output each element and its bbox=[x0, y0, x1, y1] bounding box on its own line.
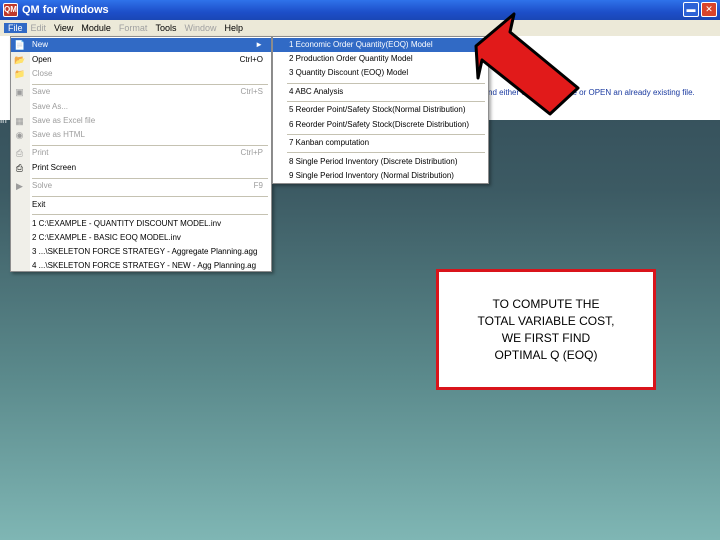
submenu-item-eoq[interactable]: 1 Economic Order Quantity(EOQ) Model bbox=[273, 38, 488, 52]
menu-item-close[interactable]: 📁 Close bbox=[11, 67, 271, 81]
submenu-item-quantity-discount[interactable]: 3 Quantity Discount (EOQ) Model bbox=[273, 66, 488, 80]
menu-view[interactable]: View bbox=[50, 23, 77, 33]
close-button[interactable]: ✕ bbox=[701, 2, 717, 17]
menu-item-save-html[interactable]: ◉ Save as HTML bbox=[11, 128, 271, 142]
menu-separator bbox=[287, 152, 485, 153]
menu-help[interactable]: Help bbox=[220, 23, 247, 33]
open-folder-icon: 📂 bbox=[14, 55, 26, 65]
recent-file-item[interactable]: 2 C:\EXAMPLE - BASIC EOQ MODEL.inv bbox=[11, 231, 271, 245]
menu-item-print-screen[interactable]: ⎙ Print Screen bbox=[11, 161, 271, 175]
close-folder-icon: 📁 bbox=[14, 69, 26, 79]
menu-window[interactable]: Window bbox=[180, 23, 220, 33]
submenu-item-production-order[interactable]: 2 Production Order Quantity Model bbox=[273, 52, 488, 66]
menu-item-shortcut: Ctrl+P bbox=[240, 148, 263, 157]
menu-separator bbox=[32, 214, 268, 215]
menu-item-label: Save as Excel file bbox=[32, 116, 96, 125]
submenu-item-kanban[interactable]: 7 Kanban computation bbox=[273, 136, 488, 150]
print-icon: ⎙ bbox=[15, 148, 24, 158]
minimize-button[interactable]: ▬ bbox=[683, 2, 699, 17]
recent-file-item[interactable]: 4 ...\SKELETON FORCE STRATEGY - NEW - Ag… bbox=[11, 259, 271, 273]
menu-item-print[interactable]: ⎙ Print Ctrl+P bbox=[11, 146, 271, 160]
menu-item-label: Exit bbox=[32, 200, 46, 209]
title-bar: QM QM for Windows ▬ ✕ bbox=[0, 0, 720, 20]
submenu-item-label: 6 Reorder Point/Safety Stock(Discrete Di… bbox=[289, 120, 470, 129]
menu-item-label: New bbox=[32, 40, 49, 49]
menu-item-label: Open bbox=[32, 55, 52, 64]
menu-item-shortcut: F9 bbox=[253, 181, 263, 190]
annotation-callout: TO COMPUTE THE TOTAL VARIABLE COST, WE F… bbox=[436, 269, 656, 390]
menu-item-shortcut: Ctrl+O bbox=[239, 55, 263, 64]
solve-icon: ▶ bbox=[16, 181, 23, 191]
red-pointer-arrow-icon bbox=[474, 12, 580, 116]
new-document-icon: 📄 bbox=[14, 40, 26, 50]
window-title: QM for Windows bbox=[22, 4, 109, 16]
save-icon: ▣ bbox=[15, 87, 24, 97]
left-edge-text: In bbox=[0, 116, 7, 125]
menu-item-new[interactable]: 📄 New ► bbox=[11, 38, 271, 52]
submenu-item-abc-analysis[interactable]: 4 ABC Analysis bbox=[273, 85, 488, 99]
menu-item-label: Close bbox=[32, 69, 53, 78]
submenu-item-label: 2 Production Order Quantity Model bbox=[289, 54, 413, 63]
submenu-item-reorder-discrete[interactable]: 6 Reorder Point/Safety Stock(Discrete Di… bbox=[273, 118, 488, 132]
submenu-item-label: 4 ABC Analysis bbox=[289, 87, 344, 96]
submenu-item-label: 3 Quantity Discount (EOQ) Model bbox=[289, 68, 409, 77]
recent-file-label: 2 C:\EXAMPLE - BASIC EOQ MODEL.inv bbox=[32, 233, 181, 242]
new-submenu: 1 Economic Order Quantity(EOQ) Model 2 P… bbox=[272, 36, 489, 184]
submenu-item-label: 9 Single Period Inventory (Normal Distri… bbox=[289, 171, 454, 180]
recent-file-label: 1 C:\EXAMPLE - QUANTITY DISCOUNT MODEL.i… bbox=[32, 219, 222, 228]
recent-file-item[interactable]: 1 C:\EXAMPLE - QUANTITY DISCOUNT MODEL.i… bbox=[11, 217, 271, 231]
minimize-icon: ▬ bbox=[686, 4, 696, 14]
menu-item-label: Save bbox=[32, 87, 51, 96]
menu-item-shortcut: Ctrl+S bbox=[240, 87, 263, 96]
close-icon: ✕ bbox=[705, 4, 713, 14]
menu-separator bbox=[287, 83, 485, 84]
submenu-item-reorder-normal[interactable]: 5 Reorder Point/Safety Stock(Normal Dist… bbox=[273, 103, 488, 117]
menu-separator bbox=[287, 134, 485, 135]
menu-item-solve[interactable]: ▶ Solve F9 bbox=[11, 179, 271, 193]
menu-item-exit[interactable]: Exit bbox=[11, 198, 271, 212]
menu-format[interactable]: Format bbox=[115, 23, 152, 33]
submenu-item-label: 8 Single Period Inventory (Discrete Dist… bbox=[289, 157, 458, 166]
menu-item-label: Save as HTML bbox=[32, 130, 85, 139]
menu-separator bbox=[287, 101, 485, 102]
recent-file-item[interactable]: 3 ...\SKELETON FORCE STRATEGY - Aggregat… bbox=[11, 245, 271, 259]
submenu-item-label: 7 Kanban computation bbox=[289, 138, 370, 147]
menu-item-open[interactable]: 📂 Open Ctrl+O bbox=[11, 53, 271, 67]
menu-item-label: Solve bbox=[32, 181, 53, 190]
menu-item-label: Print Screen bbox=[32, 163, 77, 172]
qm-app-icon: QM bbox=[3, 3, 18, 17]
recent-file-label: 4 ...\SKELETON FORCE STRATEGY - NEW - Ag… bbox=[32, 261, 257, 270]
recent-file-label: 3 ...\SKELETON FORCE STRATEGY - Aggregat… bbox=[32, 247, 258, 256]
menu-tools[interactable]: Tools bbox=[151, 23, 180, 33]
menu-bar: File Edit View Module Format Tools Windo… bbox=[0, 20, 720, 36]
submenu-arrow-icon: ► bbox=[255, 40, 263, 49]
callout-text: TO COMPUTE THE TOTAL VARIABLE COST, WE F… bbox=[477, 296, 615, 362]
menu-item-label: Save As... bbox=[32, 102, 69, 111]
menu-file[interactable]: File bbox=[4, 23, 27, 33]
file-menu: 📄 New ► 📂 Open Ctrl+O 📁 Close ▣ Save Ctr… bbox=[10, 36, 272, 272]
menu-item-save-as[interactable]: Save As... bbox=[11, 100, 271, 114]
menu-module[interactable]: Module bbox=[77, 23, 115, 33]
menu-item-save-excel[interactable]: ▦ Save as Excel file bbox=[11, 114, 271, 128]
submenu-item-label: 5 Reorder Point/Safety Stock(Normal Dist… bbox=[289, 105, 466, 114]
menu-item-save[interactable]: ▣ Save Ctrl+S bbox=[11, 85, 271, 99]
submenu-item-single-period-normal[interactable]: 9 Single Period Inventory (Normal Distri… bbox=[273, 169, 488, 183]
print-screen-icon: ⎙ bbox=[15, 163, 24, 173]
menu-item-label: Print bbox=[32, 148, 49, 157]
menu-edit[interactable]: Edit bbox=[27, 23, 51, 33]
submenu-item-single-period-discrete[interactable]: 8 Single Period Inventory (Discrete Dist… bbox=[273, 155, 488, 169]
menu-separator bbox=[32, 196, 268, 197]
excel-icon: ▦ bbox=[15, 116, 24, 126]
html-icon: ◉ bbox=[15, 130, 24, 140]
submenu-item-label: 1 Economic Order Quantity(EOQ) Model bbox=[289, 40, 433, 49]
